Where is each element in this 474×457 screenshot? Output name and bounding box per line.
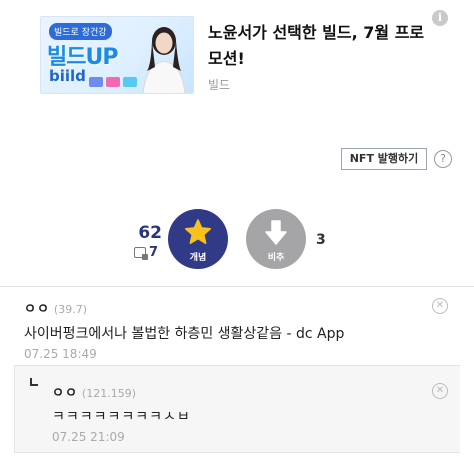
delete-comment-icon[interactable]: ✕ [432,298,448,314]
fixed-upvote-row: 7 [134,245,158,260]
upvote-button[interactable]: 개념 [168,209,228,269]
reply-header: ㅇㅇ (121.159) [52,382,136,401]
comment-header: ㅇㅇ (39.7) [24,298,87,317]
ad-info-icon[interactable]: i [432,10,448,26]
help-icon[interactable]: ? [434,150,452,168]
ad-block[interactable]: 빌드로 장건강 빌드UP biild 노윤서가 선택한 빌드, 7월 프로모션!… [40,10,460,98]
star-icon [184,219,212,244]
comment-ip: (39.7) [53,303,87,316]
nft-issue-button[interactable]: NFT 발행하기 [341,148,427,170]
ad-banner-image[interactable]: 빌드로 장건강 빌드UP biild [40,16,194,94]
ad-banner-brand: biild [49,67,86,85]
fixed-upvote-count: 7 [149,245,159,260]
comment-time: 07.25 18:49 [24,347,97,361]
model-photo [142,27,186,93]
ad-banner-tag: 빌드로 장건강 [49,23,112,40]
reply-time: 07.25 21:09 [52,430,125,444]
downvote-label: 비추 [267,253,285,263]
ad-source: 빌드 [208,78,231,92]
ad-product-chips [89,77,137,87]
reply-text: ㅋㅋㅋㅋㅋㅋㅋㅋㅅㅂ [52,409,191,425]
reply-arrow-icon [30,378,38,386]
downvote-count: 3 [316,232,326,248]
ad-title[interactable]: 노윤서가 선택한 빌드, 7월 프로모션! [208,20,428,72]
downvote-button[interactable]: 비추 [246,209,306,269]
reply-ip: (121.159) [81,387,136,400]
reply-nick[interactable]: ㅇㅇ [52,386,78,401]
upvote-count: 62 [138,223,162,243]
comment-nick[interactable]: ㅇㅇ [24,302,50,317]
upvote-label: 개념 [189,253,207,263]
delete-reply-icon[interactable]: ✕ [432,383,448,399]
down-arrow-icon [265,220,287,245]
comment-divider [0,286,474,287]
comment-text: 사이버펑크에서나 볼법한 하층민 생활상같음 - dc App [24,326,345,342]
fixed-upvote-icon [134,247,148,260]
